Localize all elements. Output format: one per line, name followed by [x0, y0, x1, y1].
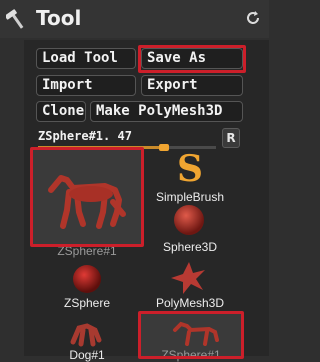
- palette-header: Tool: [0, 0, 269, 38]
- hammer-icon: [6, 9, 24, 29]
- palette-title: Tool: [36, 6, 82, 30]
- simplebrush-s-icon: S: [177, 148, 203, 190]
- tool-thumb-sphere3d[interactable]: [165, 200, 213, 240]
- import-button[interactable]: Import: [36, 75, 136, 96]
- tool-thumb-simplebrush[interactable]: S: [165, 148, 213, 190]
- tool-label-dog1: Dog#1: [69, 348, 105, 362]
- reset-r-button[interactable]: R: [222, 128, 240, 148]
- tool-thumb-dog1[interactable]: [65, 318, 109, 348]
- tool-label-polymesh3d: PolyMesh3D: [155, 296, 225, 310]
- tool-thumb-zsphere1[interactable]: [33, 150, 141, 244]
- clone-button[interactable]: Clone: [36, 101, 86, 122]
- load-tool-button[interactable]: Load Tool: [36, 48, 136, 69]
- zsphere-icon: [73, 265, 101, 293]
- tool-thumb-zsphere[interactable]: [63, 262, 111, 296]
- tool-label-zsphere1: ZSphere#1: [57, 244, 117, 258]
- slider-fill: [38, 146, 164, 149]
- save-as-button[interactable]: Save As: [141, 48, 243, 69]
- refresh-icon[interactable]: [243, 8, 263, 28]
- export-button[interactable]: Export: [141, 75, 243, 96]
- tool-label-sphere3d: Sphere3D: [162, 240, 218, 254]
- tool-slider-label: ZSphere#1. 47: [38, 129, 132, 143]
- sphere-icon: [174, 205, 204, 235]
- make-polymesh3d-button[interactable]: Make PolyMesh3D: [90, 101, 243, 122]
- tool-label-zsphere: ZSphere: [63, 296, 111, 310]
- dog-icon: [70, 323, 102, 347]
- horse-icon: [48, 175, 126, 229]
- star-icon: [171, 262, 205, 294]
- tool-thumb-polymesh3d[interactable]: [165, 260, 213, 296]
- tool-label-zsphere1-second: ZSphere#1: [161, 348, 221, 362]
